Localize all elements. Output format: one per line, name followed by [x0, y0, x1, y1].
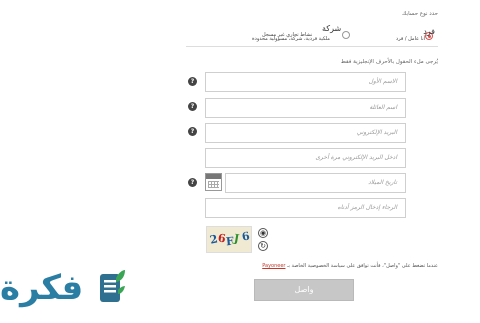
captcha-audio-icon[interactable]: ◉	[258, 228, 268, 238]
english-only-note: يُرجى ملء الحقول بالأحرف الإنجليزية فقط	[340, 59, 438, 65]
first-name-input[interactable]: الاسم الأول	[205, 72, 406, 92]
payoneer-link[interactable]: Payoneer	[262, 263, 285, 269]
captcha-char: 6	[240, 229, 251, 244]
captcha-code-input[interactable]: الرجاء إدخال الرمز أدناه	[205, 198, 406, 218]
radio-company-label: شركة	[322, 24, 342, 33]
book-leaf-icon	[100, 270, 125, 302]
radio-individual-label: فرد	[423, 27, 435, 36]
terms-text: عندما تضغط على "واصل"، فأنت توافق على سي…	[262, 263, 438, 269]
unregistered-business-text: نشاط تجاري غير مسجل	[262, 32, 313, 38]
captcha-char: J	[232, 231, 241, 246]
section-divider	[186, 46, 438, 47]
radio-individual-description: أنا عامل / فرد	[395, 36, 425, 42]
radio-company[interactable]	[342, 31, 350, 39]
account-type-title: حدد نوع حسابك	[401, 11, 438, 17]
site-logo: فكرة	[0, 268, 84, 308]
continue-button[interactable]: واصل	[254, 279, 354, 301]
terms-sentence: عندما تضغط على "واصل"، فأنت توافق على سي…	[287, 263, 438, 269]
help-icon[interactable]: ?	[188, 127, 197, 136]
last-name-input[interactable]: اسم العائلة	[205, 98, 406, 118]
calendar-icon[interactable]	[205, 173, 222, 191]
help-icon[interactable]: ?	[188, 178, 197, 187]
captcha-refresh-icon[interactable]: ↻	[258, 241, 268, 251]
help-icon[interactable]: ?	[188, 102, 197, 111]
captcha-image: 2 6 F J 6	[206, 226, 252, 253]
birth-date-input[interactable]: تاريخ الميلاد	[225, 173, 406, 193]
email-confirm-input[interactable]: ادخل البريد الإلكتروني مرة أخرى	[205, 148, 406, 168]
help-icon[interactable]: ?	[188, 77, 197, 86]
email-input[interactable]: البريد الإلكتروني	[205, 123, 406, 143]
